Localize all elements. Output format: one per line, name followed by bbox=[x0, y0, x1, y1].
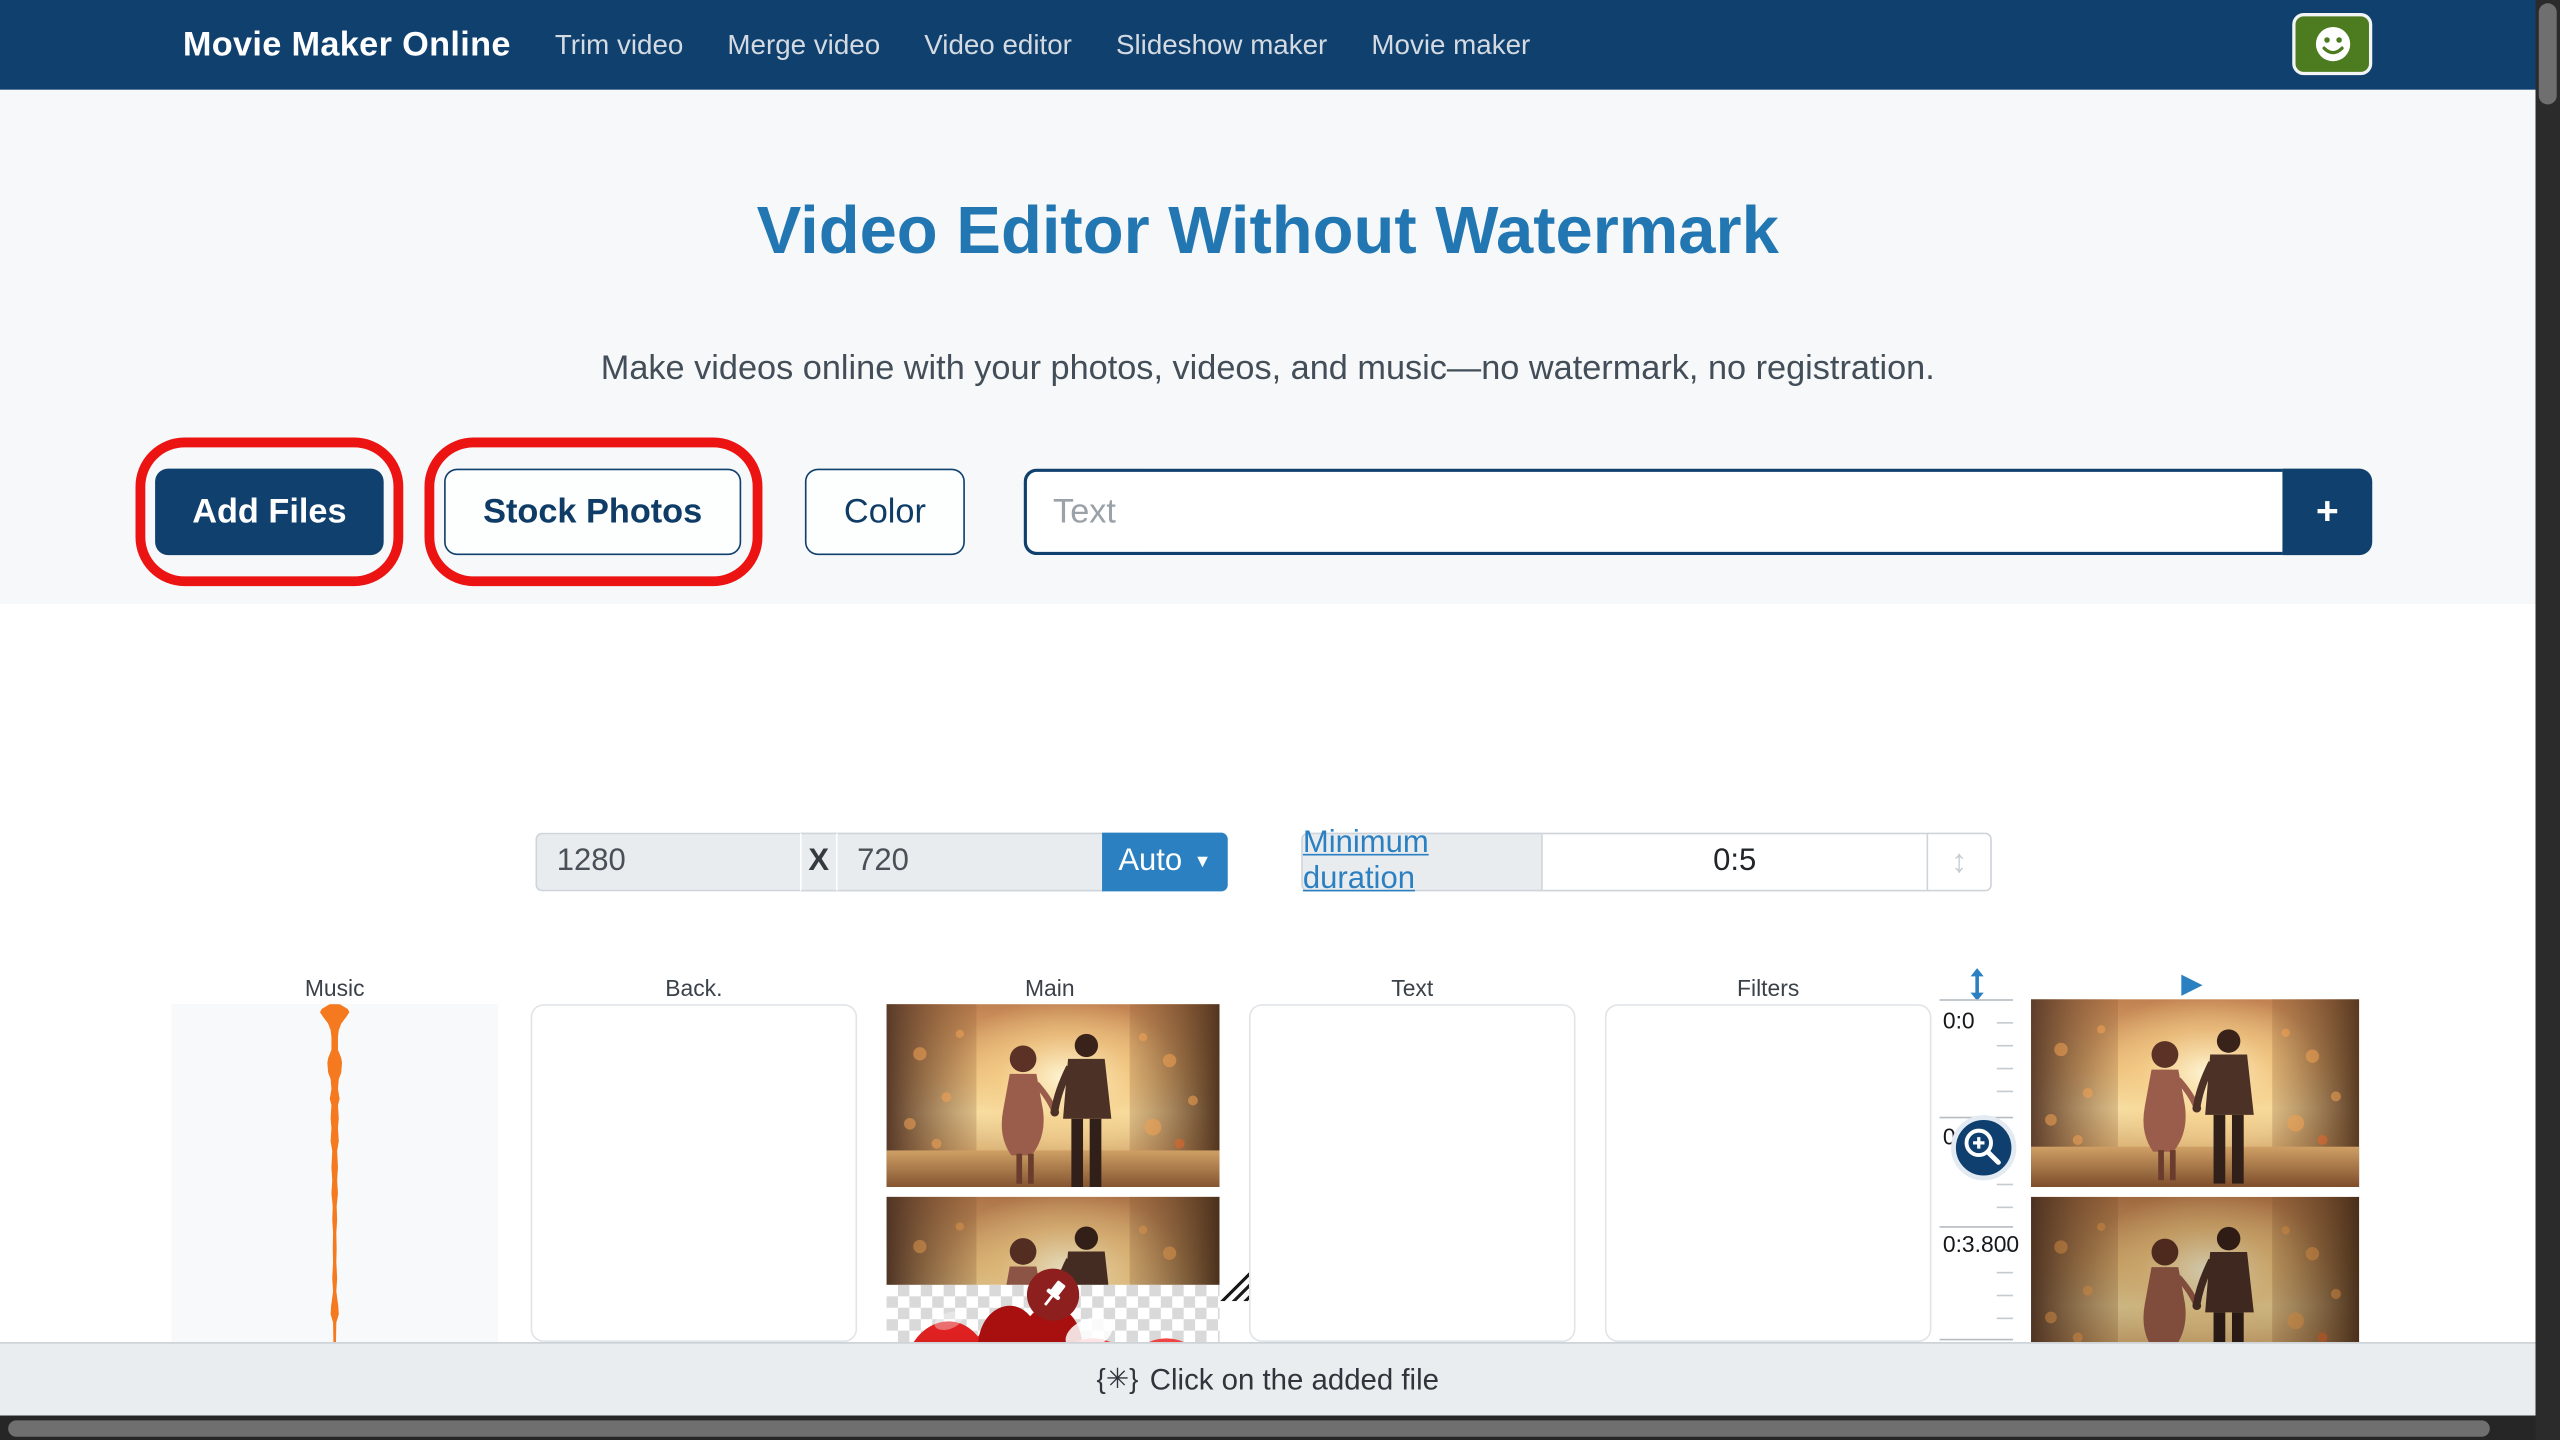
ruler-tick bbox=[1997, 1022, 2013, 1024]
nav-item-movie-maker[interactable]: Movie maker bbox=[1371, 29, 1530, 62]
page-title: Video Editor Without Watermark bbox=[0, 193, 2536, 270]
pin-icon bbox=[1025, 1267, 1081, 1323]
ruler-tick bbox=[1997, 1318, 2013, 1320]
feedback-button[interactable] bbox=[2292, 13, 2372, 75]
ruler-tick bbox=[1997, 1091, 2013, 1093]
hint-text: Click on the added file bbox=[1150, 1362, 1439, 1396]
nav-item-trim-video[interactable]: Trim video bbox=[555, 29, 684, 62]
brand-logo[interactable]: Movie Maker Online bbox=[183, 25, 511, 64]
height-input[interactable]: 720 bbox=[838, 833, 1102, 892]
vertical-scrollbar-thumb[interactable] bbox=[2539, 3, 2557, 104]
ruler-major-line bbox=[1940, 1226, 2013, 1228]
duration-stepper[interactable]: ↕ bbox=[1927, 833, 1992, 892]
vertical-scrollbar[interactable] bbox=[2536, 0, 2560, 1440]
column-header-main: Main bbox=[887, 975, 1214, 1001]
annotation-circle-add-files bbox=[136, 438, 404, 587]
annotation-circle-stock-photos bbox=[424, 438, 762, 587]
play-button[interactable]: ▶ bbox=[2181, 970, 2210, 999]
minimum-duration-input[interactable]: 0:5 bbox=[1543, 833, 1927, 892]
text-input[interactable] bbox=[1024, 469, 2283, 556]
ruler-major-line bbox=[1940, 999, 2013, 1001]
size-separator: X bbox=[800, 833, 838, 892]
filters-track-panel[interactable] bbox=[1605, 1004, 1932, 1342]
timeline-label-end: 0:3.800 bbox=[1943, 1231, 2019, 1257]
column-header-text: Text bbox=[1249, 975, 1576, 1001]
horizontal-scrollbar-thumb[interactable] bbox=[8, 1420, 2490, 1436]
chevron-down-icon: ▼ bbox=[1194, 853, 1212, 871]
hint-bar: {✳} Click on the added file bbox=[0, 1342, 2536, 1415]
pinned-sticker-badge[interactable] bbox=[1025, 1267, 1081, 1323]
ruler-tick bbox=[1997, 1272, 2013, 1274]
ruler-tick bbox=[1997, 1295, 2013, 1297]
page-subtitle: Make videos online with your photos, vid… bbox=[0, 349, 2536, 388]
main-clip-1[interactable] bbox=[887, 1004, 1220, 1187]
smiley-icon bbox=[2311, 23, 2353, 65]
auto-size-label: Auto bbox=[1118, 844, 1182, 880]
video-size-group: 1280 X 720 Auto ▼ bbox=[536, 833, 1228, 892]
navbar: Movie Maker Online Trim video Merge vide… bbox=[0, 0, 2560, 90]
video-editor-page: Movie Maker Online Trim video Merge vide… bbox=[0, 0, 2560, 1440]
minimum-duration-link-cell: Minimum duration bbox=[1301, 833, 1543, 892]
column-header-music: Music bbox=[171, 975, 498, 1001]
ruler-tick bbox=[1997, 1207, 2013, 1209]
nav-item-video-editor[interactable]: Video editor bbox=[924, 29, 1072, 62]
horizontal-scrollbar[interactable] bbox=[0, 1416, 2560, 1440]
ruler-major-line bbox=[1940, 1339, 2013, 1341]
background-track-panel[interactable] bbox=[531, 1004, 858, 1342]
add-text-button[interactable]: + bbox=[2282, 469, 2372, 556]
ruler-tick bbox=[1997, 1068, 2013, 1070]
column-header-back: Back. bbox=[531, 975, 858, 1001]
minimum-duration-group: Minimum duration 0:5 ↕ bbox=[1301, 833, 1992, 892]
ruler-tick bbox=[1997, 1045, 2013, 1047]
timeline-zoom-button[interactable] bbox=[1946, 1110, 2021, 1185]
music-track-panel[interactable] bbox=[171, 1004, 498, 1342]
timeline-label-start: 0:0 bbox=[1943, 1007, 1975, 1033]
color-button[interactable]: Color bbox=[805, 469, 965, 556]
nav-item-slideshow-maker[interactable]: Slideshow maker bbox=[1116, 29, 1327, 62]
braces-asterisk-icon: {✳} bbox=[1097, 1363, 1139, 1396]
nav-links: Trim video Merge video Video editor Slid… bbox=[555, 29, 1530, 62]
zoom-in-icon bbox=[1946, 1110, 2021, 1185]
timeline-scale-handle[interactable] bbox=[1964, 968, 2003, 1001]
width-input[interactable]: 1280 bbox=[536, 833, 800, 892]
column-header-filters: Filters bbox=[1605, 975, 1932, 1001]
minimum-duration-link[interactable]: Minimum duration bbox=[1303, 826, 1541, 898]
timeline-thumbnail-2[interactable] bbox=[2031, 1197, 2359, 1342]
up-down-arrow-icon: ↕ bbox=[1951, 843, 1967, 881]
audio-waveform bbox=[171, 1004, 498, 1342]
auto-size-dropdown[interactable]: Auto ▼ bbox=[1102, 833, 1228, 892]
timeline-thumbnail-1[interactable] bbox=[2031, 999, 2359, 1187]
nav-item-merge-video[interactable]: Merge video bbox=[727, 29, 880, 62]
text-add-group: + bbox=[1024, 469, 2373, 556]
text-track-panel[interactable] bbox=[1249, 1004, 1576, 1342]
vertical-resize-icon bbox=[1964, 968, 1990, 1001]
